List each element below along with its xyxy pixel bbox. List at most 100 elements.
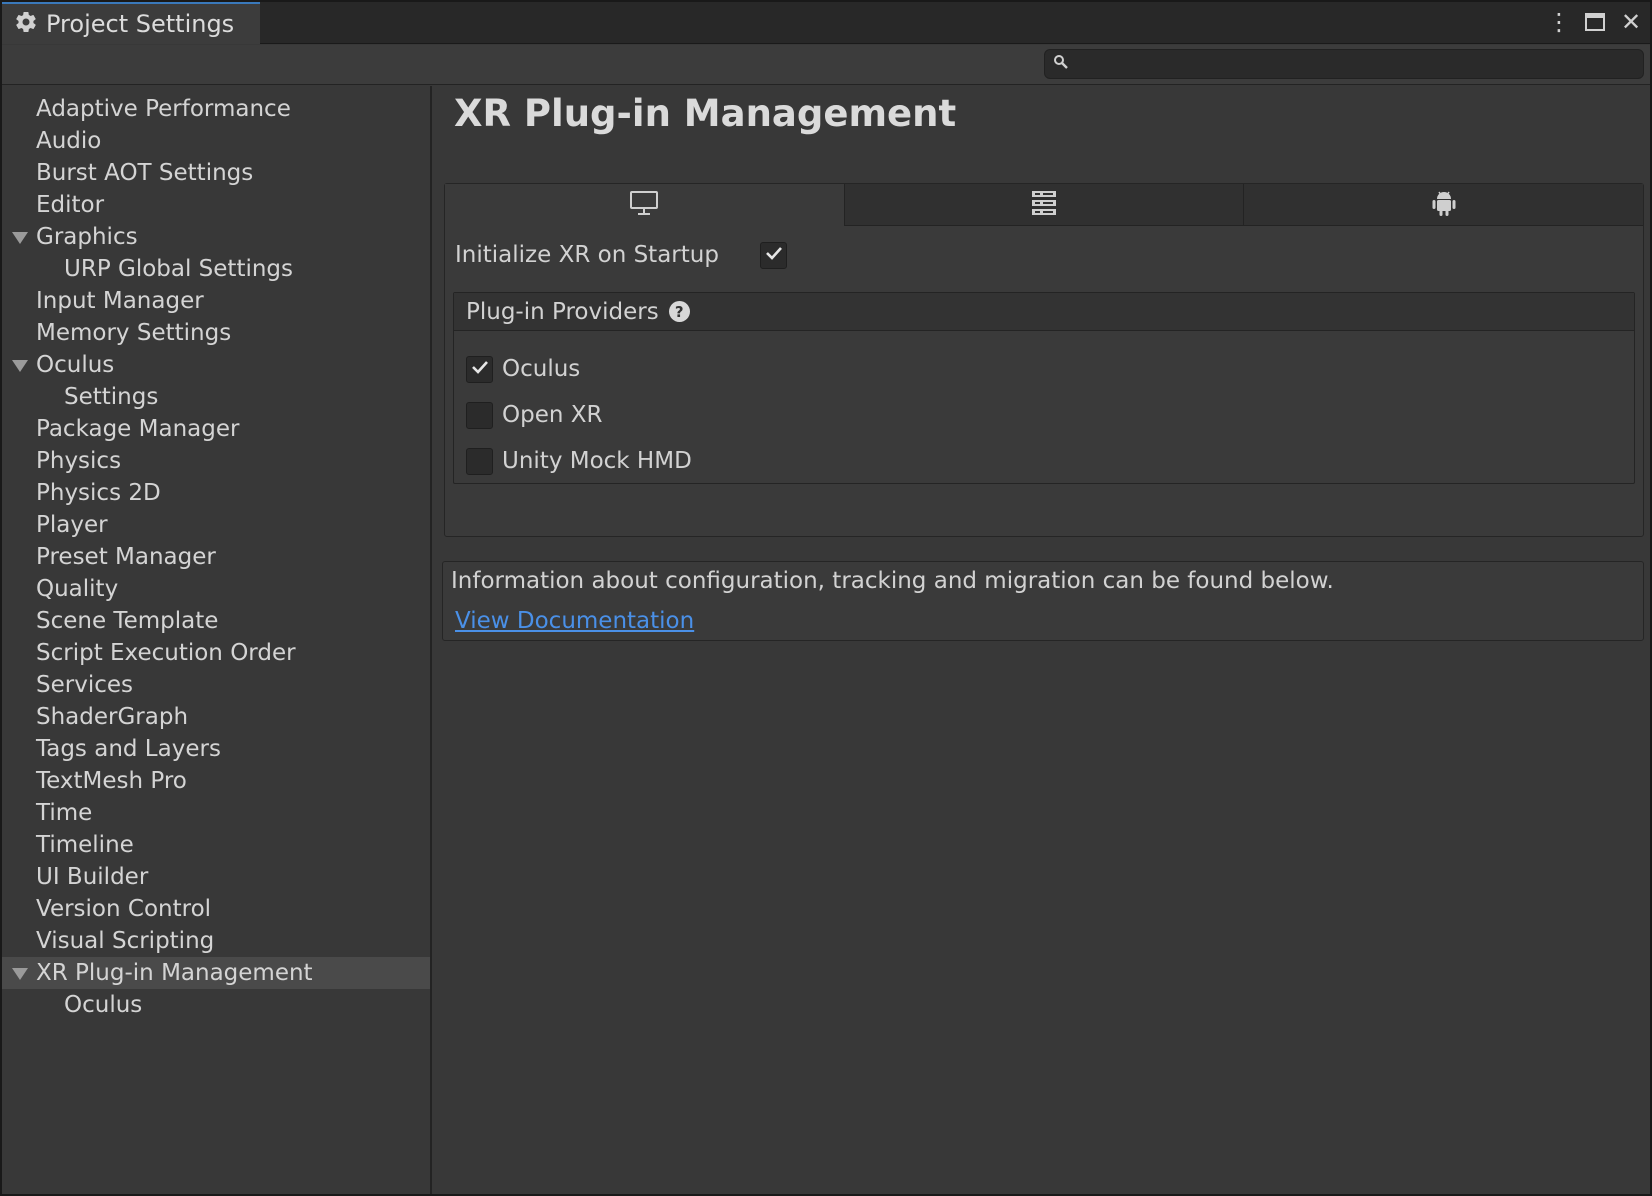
sidebar-item-label: Tags and Layers [36,736,221,762]
sidebar-item[interactable]: Burst AOT Settings [2,157,430,189]
android-icon [1431,189,1457,221]
sidebar-item[interactable]: Scene Template [2,605,430,637]
close-icon[interactable]: ✕ [1618,8,1644,36]
expand-arrow-icon[interactable] [12,968,28,980]
view-documentation-link[interactable]: View Documentation [455,608,694,634]
sidebar-item[interactable]: Oculus [2,349,430,381]
sidebar-item[interactable]: Physics 2D [2,477,430,509]
search-box[interactable] [1044,49,1644,79]
window-tab[interactable]: Project Settings [2,2,260,44]
sidebar-item[interactable]: Timeline [2,829,430,861]
main-panel: XR Plug-in Management Initialize XR on S… [434,86,1650,1194]
maximize-icon[interactable] [1582,8,1608,36]
desktop-icon [629,190,659,220]
sidebar-item[interactable]: Adaptive Performance [2,93,430,125]
sidebar-item-label: TextMesh Pro [36,768,187,794]
sidebar-item-label: Physics [36,448,122,474]
sidebar-item[interactable]: Services [2,669,430,701]
sidebar-item[interactable]: Tags and Layers [2,733,430,765]
sidebar-item-label: Script Execution Order [36,640,296,666]
expand-arrow-icon[interactable] [12,360,28,372]
page-title: XR Plug-in Management [454,92,957,135]
window-controls: ⋮ ✕ [1546,8,1644,36]
sidebar-item[interactable]: Version Control [2,893,430,925]
project-settings-window: Project Settings ⋮ ✕ Adaptive Performanc… [2,2,1650,1194]
sidebar-item-label: Player [36,512,108,538]
provider-checkbox[interactable] [466,355,493,383]
sidebar-item[interactable]: Settings [2,381,430,413]
sidebar-item-label: Settings [64,384,159,410]
sidebar-item-label: Memory Settings [36,320,232,346]
sidebar-item-label: Oculus [64,992,143,1018]
sidebar-item[interactable]: ShaderGraph [2,701,430,733]
plugin-providers-title: Plug-in Providers [466,298,659,325]
checkmark-icon [471,359,489,379]
help-icon[interactable]: ? [668,301,690,322]
sidebar-item-label: Physics 2D [36,480,161,506]
sidebar-item[interactable]: Script Execution Order [2,637,430,669]
platform-tabs [445,184,1644,226]
sidebar-item-label: Quality [36,576,119,602]
provider-label: Open XR [502,402,603,428]
sidebar-item[interactable]: URP Global Settings [2,253,430,285]
initialize-xr-checkbox[interactable] [760,241,787,269]
more-options-icon[interactable]: ⋮ [1546,8,1572,36]
provider-label: Unity Mock HMD [502,448,692,474]
sidebar-item[interactable]: Preset Manager [2,541,430,573]
sidebar-item-label: Burst AOT Settings [36,160,254,186]
tab-desktop[interactable] [445,184,844,226]
sidebar-item[interactable]: Oculus [2,989,430,1021]
sidebar-item-label: Package Manager [36,416,240,442]
checkmark-icon [765,245,783,265]
provider-checkbox[interactable] [466,447,493,475]
sidebar-item-label: Audio [36,128,102,154]
plugin-providers-box: Plug-in Providers ? Oculus Open XR Unity M… [453,292,1635,484]
sidebar-item[interactable]: Audio [2,125,430,157]
sidebar-item[interactable]: Time [2,797,430,829]
sidebar-item-label: Oculus [36,352,115,378]
initialize-xr-row: Initialize XR on Startup [455,238,787,272]
sidebar-item-label: Visual Scripting [36,928,215,954]
sidebar-item[interactable]: Quality [2,573,430,605]
provider-row: Unity Mock HMD [454,438,1634,484]
sidebar-item[interactable]: Physics [2,445,430,477]
plugin-providers-header: Plug-in Providers ? [454,293,1634,331]
sidebar-item-label: Adaptive Performance [36,96,291,122]
sidebar-item[interactable]: Graphics [2,221,430,253]
sidebar-item-label: Timeline [36,832,134,858]
sidebar-item[interactable]: XR Plug-in Management [2,957,430,989]
sidebar-item-label: Preset Manager [36,544,216,570]
sidebar-item[interactable]: UI Builder [2,861,430,893]
tab-android[interactable] [1243,184,1644,226]
provider-row: Oculus [454,346,1634,392]
sidebar-item-label: UI Builder [36,864,149,890]
sidebar-item-label: XR Plug-in Management [36,960,313,986]
settings-sidebar: Adaptive Performance Audio Burst AOT Setti… [2,86,432,1194]
search-icon [1053,54,1069,74]
sidebar-item-label: Editor [36,192,105,218]
sidebar-item[interactable]: TextMesh Pro [2,765,430,797]
provider-list: Oculus Open XR Unity Mock HMD [454,331,1634,484]
sidebar-item-label: Services [36,672,133,698]
provider-label: Oculus [502,356,581,382]
sidebar-item[interactable]: Player [2,509,430,541]
sidebar-item-label: Graphics [36,224,138,250]
expand-arrow-icon[interactable] [12,232,28,244]
gear-icon [14,10,38,38]
provider-checkbox[interactable] [466,401,493,429]
initialize-xr-label: Initialize XR on Startup [455,242,719,268]
sidebar-item[interactable]: Editor [2,189,430,221]
sidebar-item-label: URP Global Settings [64,256,294,282]
sidebar-item[interactable]: Memory Settings [2,317,430,349]
sidebar-item[interactable]: Package Manager [2,413,430,445]
title-bar: Project Settings ⋮ ✕ [2,2,1650,44]
sidebar-item[interactable]: Input Manager [2,285,430,317]
toolbar [2,45,1650,85]
window-title: Project Settings [46,10,235,38]
search-input[interactable] [1069,53,1643,75]
sidebar-item[interactable]: Visual Scripting [2,925,430,957]
sidebar-item-label: Input Manager [36,288,204,314]
sidebar-item-label: Version Control [36,896,212,922]
tab-dedicated-server[interactable] [843,184,1244,226]
sidebar-item-label: Scene Template [36,608,219,634]
